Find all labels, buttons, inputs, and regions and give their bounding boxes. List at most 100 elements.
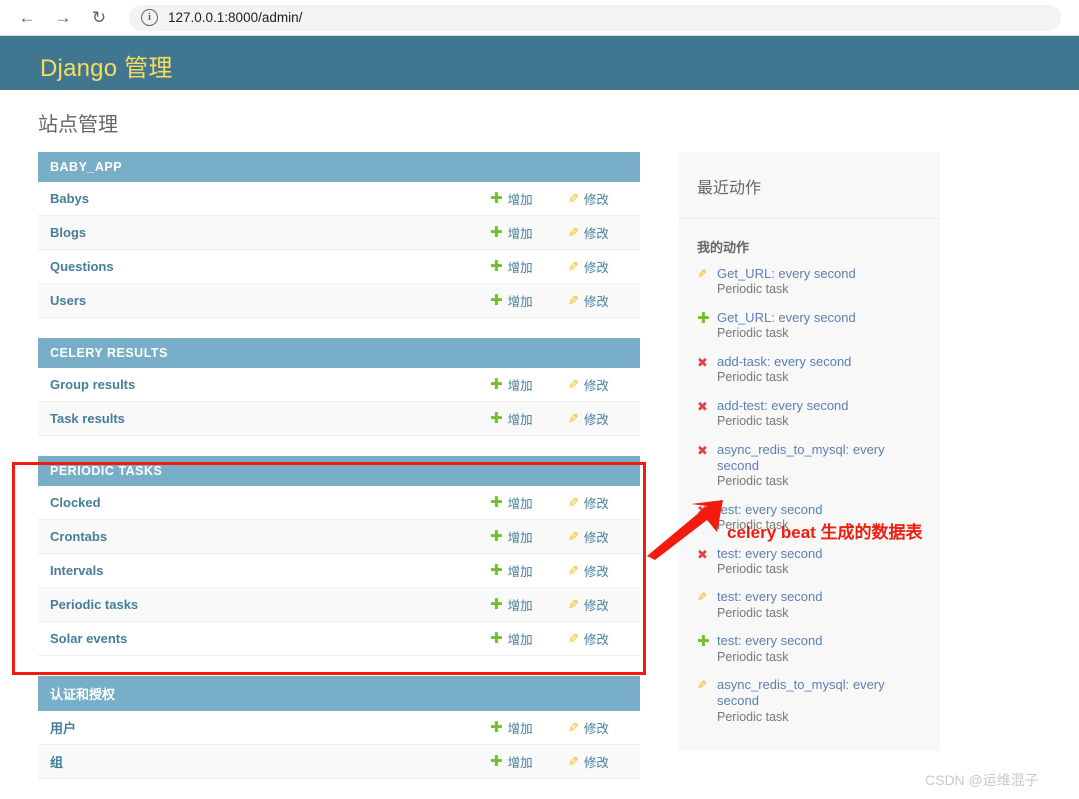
change-link[interactable]: ✎ 修改 <box>568 291 640 310</box>
recent-action-model: Periodic task <box>717 561 789 576</box>
change-label: 修改 <box>583 722 609 736</box>
recent-action-title[interactable]: async_redis_to_mysql: every second <box>717 442 930 475</box>
recent-action-item: ✎ Get_URL: every second Periodic task <box>697 266 930 298</box>
add-link[interactable]: ✚ 增加 <box>490 493 568 512</box>
add-link[interactable]: ✚ 增加 <box>490 409 568 428</box>
browser-toolbar: ← → ↻ i 127.0.0.1:8000/admin/ <box>0 0 1079 36</box>
change-link[interactable]: ✎ 修改 <box>568 718 640 737</box>
recent-action-title[interactable]: async_redis_to_mysql: every second <box>717 677 930 710</box>
add-marker-icon: ✚ <box>697 633 710 651</box>
recent-action-title[interactable]: add-test: every second <box>717 398 930 414</box>
model-name-link[interactable]: 组 <box>38 752 490 771</box>
model-name-link[interactable]: Crontabs <box>38 529 490 544</box>
recent-action-item: ✖ add-test: every second Periodic task <box>697 398 930 430</box>
change-link[interactable]: ✎ 修改 <box>568 595 640 614</box>
model-row: Task results ✚ 增加 ✎ 修改 <box>38 402 640 436</box>
recent-action-item: ✎ async_redis_to_mysql: every second Perio… <box>697 677 930 725</box>
model-name-link[interactable]: Solar events <box>38 631 490 646</box>
change-link[interactable]: ✎ 修改 <box>568 257 640 276</box>
change-label: 修改 <box>583 756 609 770</box>
model-name-link[interactable]: Users <box>38 293 490 308</box>
recent-action-item: ✖ test: every second Periodic task <box>697 546 930 578</box>
back-icon[interactable]: ← <box>13 4 41 32</box>
change-link[interactable]: ✎ 修改 <box>568 493 640 512</box>
model-name-link[interactable]: Task results <box>38 411 490 426</box>
change-label: 修改 <box>583 295 609 309</box>
recent-action-item: ✖ add-task: every second Periodic task <box>697 354 930 386</box>
model-name-link[interactable]: 用户 <box>38 718 490 737</box>
recent-actions-list: ✎ Get_URL: every second Periodic task ✚ Get_… <box>679 266 940 725</box>
app-module-caption[interactable]: CELERY RESULTS <box>38 338 640 368</box>
recent-action-title[interactable]: test: every second <box>717 633 930 649</box>
change-label: 修改 <box>583 599 609 613</box>
change-link[interactable]: ✎ 修改 <box>568 752 640 771</box>
change-link[interactable]: ✎ 修改 <box>568 189 640 208</box>
add-link[interactable]: ✚ 增加 <box>490 629 568 648</box>
address-bar[interactable]: i 127.0.0.1:8000/admin/ <box>129 4 1061 31</box>
pencil-icon: ✎ <box>568 259 579 274</box>
model-row: 用户 ✚ 增加 ✎ 修改 <box>38 711 640 745</box>
pencil-icon: ✎ <box>568 529 579 544</box>
add-link[interactable]: ✚ 增加 <box>490 291 568 310</box>
model-name-link[interactable]: Clocked <box>38 495 490 510</box>
pencil-icon: ✎ <box>568 495 579 510</box>
model-name-link[interactable]: Group results <box>38 377 490 392</box>
recent-action-title[interactable]: add-task: every second <box>717 354 930 370</box>
add-label: 增加 <box>507 633 533 647</box>
add-link[interactable]: ✚ 增加 <box>490 257 568 276</box>
recent-action-title[interactable]: test: every second <box>717 502 930 518</box>
reload-icon[interactable]: ↻ <box>85 4 113 32</box>
my-actions-subheading: 我的动作 <box>697 240 750 255</box>
plus-icon: ✚ <box>490 376 503 393</box>
plus-icon: ✚ <box>490 410 503 427</box>
add-link[interactable]: ✚ 增加 <box>490 189 568 208</box>
model-name-link[interactable]: Periodic tasks <box>38 597 490 612</box>
change-link[interactable]: ✎ 修改 <box>568 629 640 648</box>
delete-marker-icon: ✖ <box>697 502 708 518</box>
add-link[interactable]: ✚ 增加 <box>490 223 568 242</box>
add-link[interactable]: ✚ 增加 <box>490 561 568 580</box>
plus-icon: ✚ <box>490 630 503 647</box>
recent-action-title[interactable]: Get_URL: every second <box>717 266 930 282</box>
model-name-link[interactable]: Blogs <box>38 225 490 240</box>
change-link[interactable]: ✎ 修改 <box>568 223 640 242</box>
change-marker-icon: ✎ <box>697 590 708 605</box>
app-module-caption[interactable]: 认证和授权 <box>38 676 640 711</box>
add-link[interactable]: ✚ 增加 <box>490 718 568 737</box>
add-link[interactable]: ✚ 增加 <box>490 595 568 614</box>
recent-action-title[interactable]: Get_URL: every second <box>717 310 930 326</box>
change-link[interactable]: ✎ 修改 <box>568 527 640 546</box>
change-label: 修改 <box>583 531 609 545</box>
plus-icon: ✚ <box>490 292 503 309</box>
recent-action-title[interactable]: test: every second <box>717 589 930 605</box>
change-label: 修改 <box>583 497 609 511</box>
model-row: Group results ✚ 增加 ✎ 修改 <box>38 368 640 402</box>
site-title[interactable]: Django 管理 <box>40 48 173 83</box>
info-circle-icon[interactable]: i <box>141 9 158 26</box>
model-name-link[interactable]: Questions <box>38 259 490 274</box>
change-link[interactable]: ✎ 修改 <box>568 375 640 394</box>
plus-icon: ✚ <box>490 753 503 770</box>
recent-actions-panel: 最近动作 我的动作 ✎ Get_URL: every second Periodic… <box>679 152 940 752</box>
app-module-caption[interactable]: BABY_APP <box>38 152 640 182</box>
recent-action-model: Periodic task <box>717 413 789 428</box>
screenshot-root: ← → ↻ i 127.0.0.1:8000/admin/ Django 管理 … <box>0 0 1079 799</box>
app-module-caption[interactable]: PERIODIC TASKS <box>38 456 640 486</box>
model-row: Users ✚ 增加 ✎ 修改 <box>38 284 640 318</box>
add-link[interactable]: ✚ 增加 <box>490 527 568 546</box>
add-link[interactable]: ✚ 增加 <box>490 752 568 771</box>
add-link[interactable]: ✚ 增加 <box>490 375 568 394</box>
plus-icon: ✚ <box>490 494 503 511</box>
recent-action-model: Periodic task <box>717 474 789 488</box>
forward-icon[interactable]: → <box>49 4 77 32</box>
add-label: 增加 <box>507 531 533 545</box>
recent-action-title[interactable]: test: every second <box>717 546 930 562</box>
pencil-icon: ✎ <box>568 293 579 308</box>
change-label: 修改 <box>583 193 609 207</box>
pencil-icon: ✎ <box>568 225 579 240</box>
model-name-link[interactable]: Intervals <box>38 563 490 578</box>
change-link[interactable]: ✎ 修改 <box>568 561 640 580</box>
change-link[interactable]: ✎ 修改 <box>568 409 640 428</box>
model-name-link[interactable]: Babys <box>38 191 490 206</box>
model-row: Periodic tasks ✚ 增加 ✎ 修改 <box>38 588 640 622</box>
